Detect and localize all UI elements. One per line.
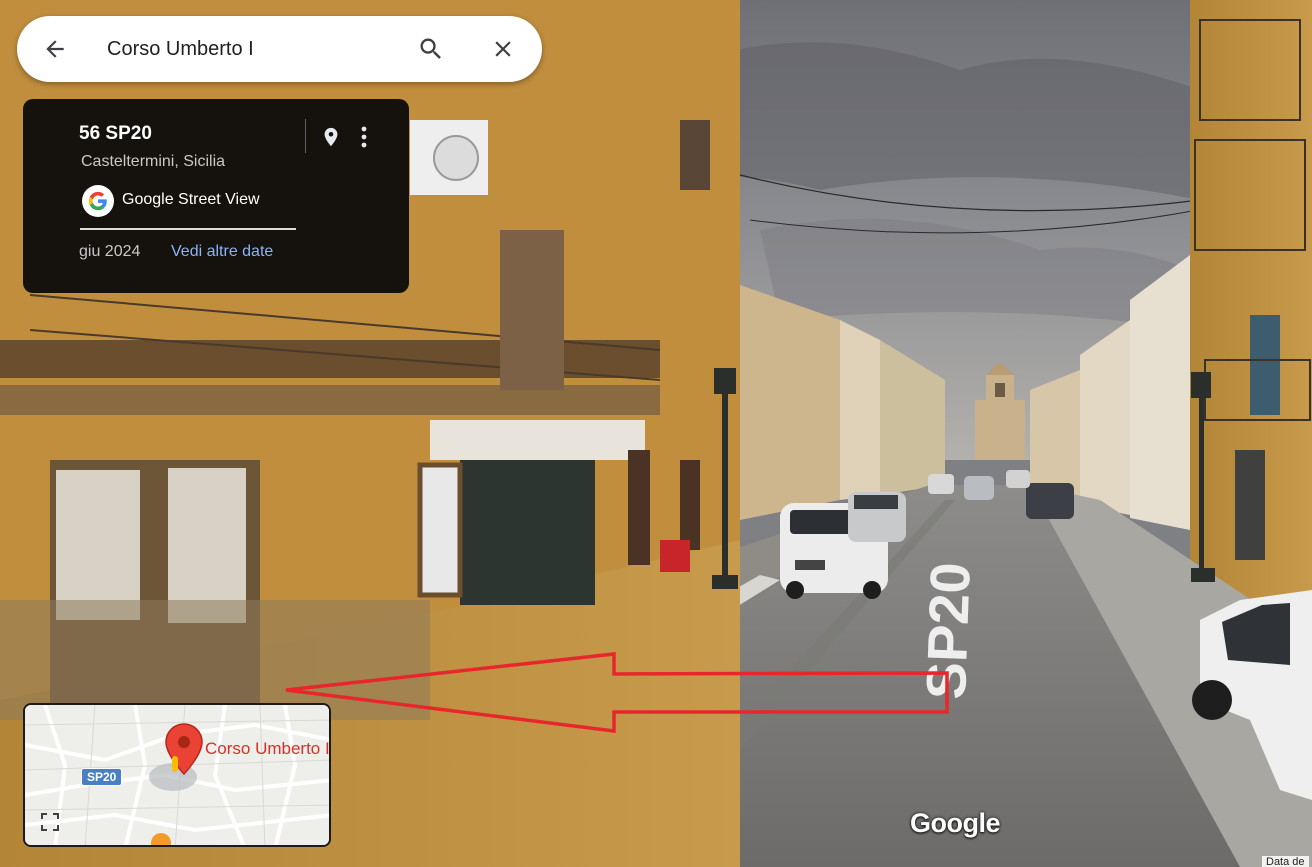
google-watermark: Google (910, 808, 1001, 838)
map-data-link[interactable]: Data de (1262, 856, 1309, 867)
building-left-mid (740, 285, 840, 520)
location-title: 56 SP20 (79, 123, 152, 144)
minimap-place-label: Corso Umberto I (205, 739, 330, 758)
car-silver (848, 492, 906, 542)
card-divider-horizontal (80, 228, 296, 230)
red-bin (660, 540, 690, 572)
map-pin-icon[interactable] (317, 121, 345, 153)
search-icon[interactable] (415, 33, 447, 65)
google-logo-icon (82, 185, 114, 217)
road-label-badge: SP20 (81, 768, 123, 786)
building-right-far (1030, 370, 1080, 500)
imagery-provider: Google Street View (122, 191, 260, 208)
arrow-left-icon[interactable] (39, 33, 71, 65)
card-divider-vertical (305, 119, 306, 153)
street-view-viewer[interactable]: SP20 Corso Umberto I 56 SP20 Casteltermi… (0, 0, 1312, 867)
search-input[interactable] (107, 32, 407, 66)
minimap[interactable]: SP20 Corso Umberto I (23, 703, 331, 847)
search-bar[interactable] (17, 16, 542, 82)
see-more-dates-link[interactable]: Vedi altre date (171, 243, 273, 261)
building-right-near (1130, 255, 1190, 530)
location-pin-icon (163, 722, 205, 783)
car-dark (1026, 483, 1074, 519)
location-subtitle: Casteltermini, Sicilia (81, 153, 226, 170)
capture-date: giu 2024 (79, 243, 141, 260)
fullscreen-icon[interactable] (33, 805, 67, 839)
more-vert-icon[interactable] (351, 121, 377, 153)
close-icon[interactable] (487, 33, 519, 65)
location-info-card: 56 SP20 Casteltermini, Sicilia Google St… (23, 99, 409, 293)
